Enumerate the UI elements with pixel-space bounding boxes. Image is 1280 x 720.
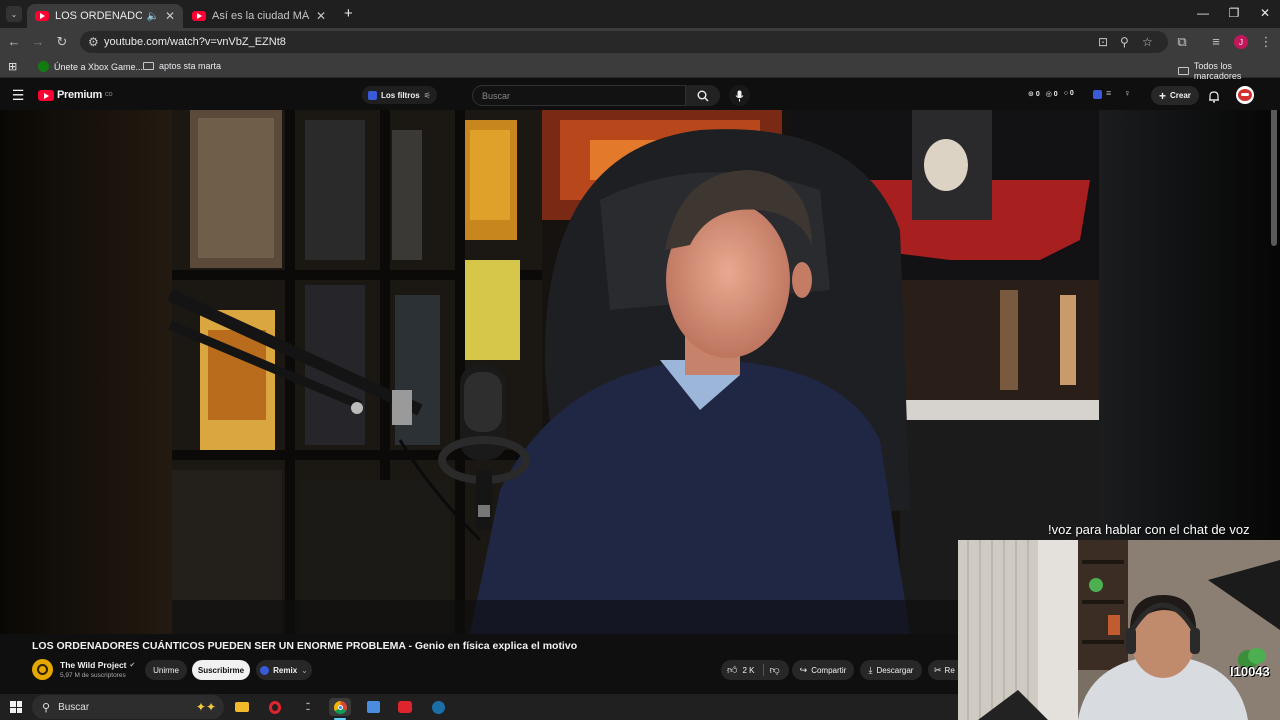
chrome-icon[interactable] — [329, 698, 351, 716]
download-icon: ⤓ — [868, 664, 873, 675]
voice-chat-overlay-text: !voz para hablar con el chat de voz — [1048, 522, 1250, 537]
hamburger-menu-icon[interactable]: ☰ — [10, 87, 26, 103]
install-app-icon[interactable]: ⊡ — [1098, 35, 1108, 49]
browser-toolbar: ← → ↻ ⚙ youtube.com/watch?v=vnVbZ_EZNt8 … — [0, 28, 1280, 56]
close-tab-icon[interactable]: ✕ — [316, 9, 326, 23]
voice-search-button[interactable] — [729, 85, 750, 106]
close-tab-icon[interactable]: ✕ — [165, 9, 175, 23]
verified-icon: ✔ — [129, 662, 136, 669]
counter-eye: ⊙ 0 — [1028, 91, 1040, 98]
chrome-menu-icon[interactable]: ⋮ — [1256, 34, 1276, 50]
league-icon[interactable]: ▪▪ ▪▪ — [297, 698, 319, 716]
like-icon[interactable]: 👍︎ — [727, 664, 737, 676]
extension-filter-icon[interactable] — [1093, 90, 1102, 99]
tab-search-button[interactable]: ⌄ — [6, 6, 22, 22]
search-icon — [697, 90, 709, 101]
tab-quantum-video[interactable]: LOS ORDENADORES CUÁNTICOS 🔈 ✕ — [27, 4, 183, 28]
search-icon: ⚲ — [42, 701, 51, 714]
sliders-icon: ⚟ — [423, 90, 431, 100]
counter-flag: ○ 0 — [1063, 90, 1074, 97]
minimize-button[interactable]: — — [1188, 6, 1218, 20]
extension-medal-icon[interactable]: ♀ — [1124, 88, 1131, 98]
bookmark-xbox[interactable]: Únete a Xbox Game... — [38, 61, 143, 72]
filter-shield-icon — [368, 90, 377, 100]
extensions-icon[interactable]: ⧉ — [1172, 34, 1192, 50]
subscriber-count: 5,97 M de suscriptores — [60, 672, 126, 679]
download-button[interactable]: ⤓ Descargar — [860, 660, 922, 680]
youtube-favicon-icon — [35, 11, 49, 21]
steam-icon[interactable] — [427, 698, 449, 716]
speaker-icon[interactable]: 🔈 — [146, 11, 158, 22]
folder-icon — [143, 62, 154, 70]
create-button[interactable]: + Crear — [1151, 86, 1199, 105]
site-info-icon[interactable]: ⚙ — [88, 35, 99, 49]
search-input[interactable]: Buscar — [472, 85, 686, 106]
extension-list-icon[interactable]: ≡ — [1106, 88, 1111, 98]
xbox-icon — [38, 61, 49, 72]
remix-icon — [260, 665, 270, 675]
folder-icon — [1178, 67, 1189, 75]
webcam-image — [958, 540, 1280, 720]
chevron-down-icon: ⌄ — [301, 665, 308, 675]
channel-badge-text: I10043 — [1230, 664, 1270, 679]
taskbar-search[interactable]: ⚲ Buscar ✦✦ — [32, 695, 224, 719]
all-bookmarks-folder[interactable]: Todos los marcadores — [1178, 61, 1280, 81]
media-icon[interactable] — [394, 698, 416, 716]
video-title: LOS ORDENADORES CUÁNTICOS PUEDEN SER UN … — [32, 640, 578, 652]
opera-gx-icon[interactable] — [264, 698, 286, 716]
notifications-bell-icon[interactable] — [1206, 88, 1222, 104]
bookmark-aptos[interactable]: aptos sta marta — [143, 61, 221, 71]
plus-icon: + — [1159, 88, 1167, 103]
microphone-icon — [735, 90, 744, 101]
extension-counters[interactable]: ⊙ 0 ◎ 0 ○ 0 — [1028, 90, 1074, 98]
apps-grid-icon[interactable]: ⊞ — [8, 60, 17, 73]
windows-start-icon[interactable] — [10, 701, 22, 713]
youtube-header: ☰ Premium CO Los filtros ⚟ Buscar ⊙ 0 ◎ … — [0, 80, 1280, 110]
reading-list-icon[interactable]: ≡ — [1206, 34, 1226, 49]
tab-racist-city-video[interactable]: Así es la ciudad MÁS RACISTA de ✕ — [184, 4, 334, 28]
share-button[interactable]: ↪ Compartir — [792, 660, 854, 680]
webcam-feed: I10043 — [958, 540, 1280, 720]
address-bar[interactable]: ⚙ youtube.com/watch?v=vnVbZ_EZNt8 ⊡ ⚲ ☆ — [80, 31, 1168, 53]
remix-button[interactable]: Remix ⌄ — [256, 660, 312, 680]
forward-button[interactable]: → — [28, 34, 48, 49]
close-window-button[interactable]: ✕ — [1250, 6, 1280, 20]
zoom-icon[interactable]: ⚲ — [1120, 35, 1129, 49]
account-avatar[interactable] — [1236, 86, 1254, 104]
search-button[interactable] — [686, 85, 720, 106]
new-tab-button[interactable]: + — [344, 5, 353, 22]
youtube-logo-icon — [38, 89, 54, 101]
url-text: youtube.com/watch?v=vnVbZ_EZNt8 — [104, 36, 286, 48]
like-dislike-group: 👍︎ 2 K 👎︎ — [721, 660, 789, 680]
bookmark-star-icon[interactable]: ☆ — [1142, 35, 1153, 49]
counter-reply: ◎ 0 — [1045, 91, 1058, 98]
share-icon: ↪ — [799, 664, 808, 675]
join-button[interactable]: Unirme — [145, 660, 187, 680]
back-button[interactable]: ← — [4, 34, 24, 49]
store-icon[interactable] — [362, 698, 384, 716]
restore-button[interactable]: ❐ — [1219, 6, 1249, 20]
channel-avatar[interactable] — [32, 659, 53, 680]
bookmarks-bar: ⊞ Únete a Xbox Game... aptos sta marta T… — [0, 56, 1280, 81]
profile-avatar[interactable]: J — [1234, 35, 1248, 49]
filters-extension-button[interactable]: Los filtros ⚟ — [362, 86, 437, 104]
channel-name[interactable]: The Wild Project ✔ — [60, 660, 135, 670]
pepe-emote-icon — [1248, 648, 1266, 664]
subscribe-button[interactable]: Suscribirme — [192, 660, 250, 680]
scissors-icon: ✂ — [934, 664, 942, 675]
dislike-icon[interactable]: 👎︎ — [769, 664, 779, 676]
reload-button[interactable]: ↻ — [52, 34, 72, 50]
player-scrollbar[interactable] — [1271, 110, 1277, 246]
file-explorer-icon[interactable] — [231, 698, 253, 716]
copilot-sparkle-icon: ✦✦ — [195, 700, 216, 714]
youtube-premium-logo[interactable]: Premium CO — [38, 89, 112, 101]
browser-tab-strip: ⌄ LOS ORDENADORES CUÁNTICOS 🔈 ✕ Así es l… — [0, 0, 1280, 28]
youtube-favicon-icon — [192, 11, 206, 21]
